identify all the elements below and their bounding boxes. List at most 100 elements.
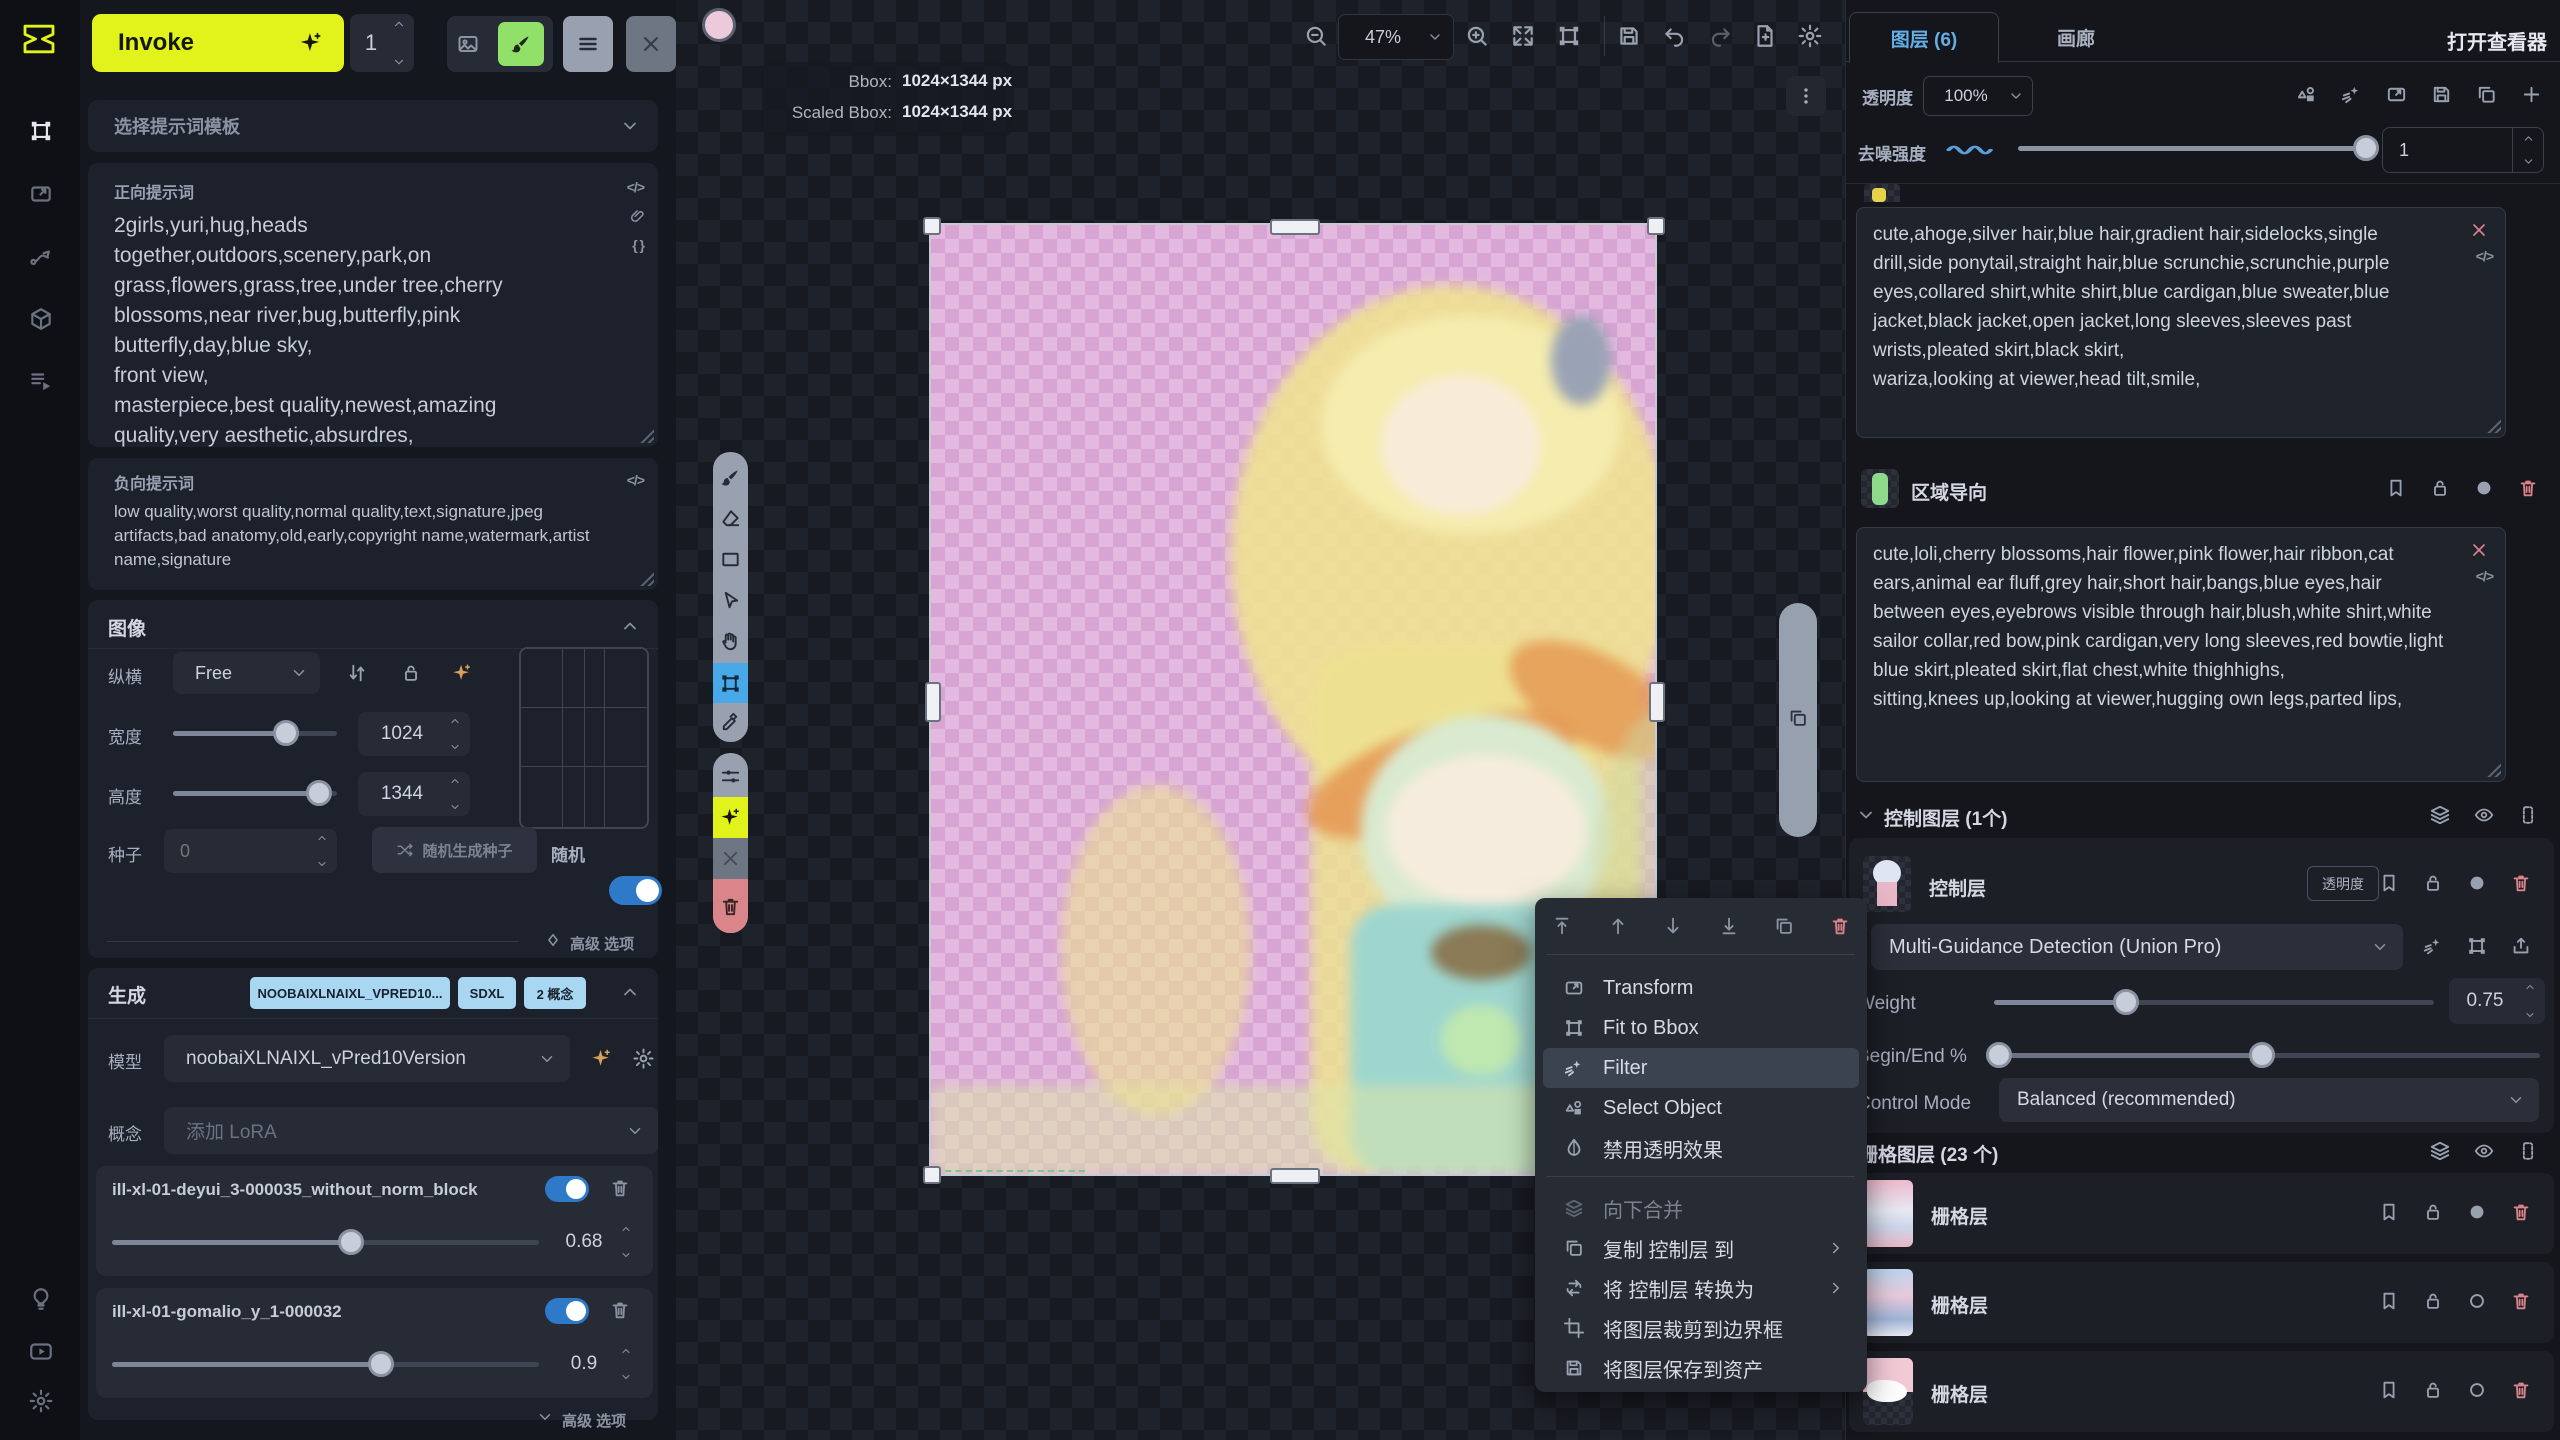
transform-icon[interactable] xyxy=(2385,83,2408,106)
lora-delete-icon[interactable] xyxy=(609,1299,631,1321)
lora-delete-icon[interactable] xyxy=(609,1177,631,1199)
seed-field[interactable] xyxy=(178,829,311,873)
height-slider[interactable] xyxy=(173,791,337,796)
rail-models-tab-icon[interactable] xyxy=(28,306,54,332)
menu-item-transform[interactable]: Transform xyxy=(1543,968,1859,1008)
raster-layers-title[interactable]: 栅格图层 (23 个) xyxy=(1859,1140,1998,1167)
invoke-button[interactable]: Invoke xyxy=(92,14,344,72)
positive-prompt-text[interactable]: 2girls,yuri,hug,heads together,outdoors,… xyxy=(88,203,658,451)
menu-item-disable-transparency[interactable]: 禁用透明效果 xyxy=(1543,1128,1859,1168)
rail-settings-icon[interactable] xyxy=(28,1388,54,1414)
begin-end-slider[interactable] xyxy=(1994,1053,2540,1058)
code-icon[interactable]: </> xyxy=(2476,568,2493,584)
link-icon[interactable] xyxy=(628,207,646,225)
zoom-level-select[interactable]: 47% xyxy=(1338,14,1454,60)
collapse-chevron-icon[interactable] xyxy=(620,982,640,1002)
eyedropper-tool-icon[interactable] xyxy=(719,711,742,734)
bbox-handle[interactable] xyxy=(1270,1168,1320,1184)
bbox-handle[interactable] xyxy=(1647,217,1665,235)
positive-prompt-box[interactable]: 正向提示词 2girls,yuri,hug,heads together,out… xyxy=(88,163,658,447)
rail-queue-tab-icon[interactable] xyxy=(28,368,54,394)
new-canvas-icon[interactable] xyxy=(1752,23,1778,49)
tab-gallery[interactable]: 画廊 xyxy=(2016,12,2136,62)
bookmark-icon[interactable] xyxy=(2378,1379,2400,1401)
menu-item-merge-down[interactable]: 向下合并 xyxy=(1543,1188,1859,1228)
menu-item-copy-layer-to[interactable]: 复制 控制层 到 xyxy=(1543,1228,1859,1268)
opacity-select[interactable]: 100% xyxy=(1923,76,2033,116)
bbox-handle[interactable] xyxy=(923,1166,941,1184)
advanced-options-label[interactable]: 高级 选项 xyxy=(570,933,634,954)
code-icon[interactable]: </> xyxy=(627,179,644,195)
pan-tool-icon[interactable] xyxy=(719,630,742,653)
filter-settings-icon[interactable] xyxy=(719,765,742,788)
control-layer-card[interactable]: 控制层 透明度 Multi-Guidance Detection (Union … xyxy=(1849,838,2554,1133)
duplicate-layer-icon[interactable] xyxy=(2475,83,2498,106)
device-icon[interactable] xyxy=(2517,804,2539,826)
undo-icon[interactable] xyxy=(1662,23,1688,49)
prompt-template-select[interactable]: 选择提示词模板 xyxy=(88,100,658,152)
cancel-icon[interactable] xyxy=(713,838,748,879)
menu-item-fit-to-bbox[interactable]: Fit to Bbox xyxy=(1543,1008,1859,1048)
delete-layer-icon[interactable] xyxy=(2510,1379,2532,1401)
brush-tool-icon[interactable] xyxy=(719,466,742,489)
delete-layer-icon[interactable] xyxy=(2510,1201,2532,1223)
eye-icon[interactable] xyxy=(2473,804,2495,826)
add-layer-icon[interactable] xyxy=(2520,83,2543,106)
region-layer-title[interactable]: 区域导向 xyxy=(1911,478,1987,505)
lora-enabled-toggle[interactable] xyxy=(545,1298,589,1324)
aspect-select[interactable]: Free xyxy=(173,652,320,694)
width-slider[interactable] xyxy=(173,731,337,736)
model-select[interactable]: noobaiXLNAIXL_vPred10Version xyxy=(164,1035,570,1082)
weight-input[interactable]: 0.75 xyxy=(2449,978,2545,1024)
select-object-icon[interactable] xyxy=(2295,83,2318,106)
add-lora-select[interactable]: 添加 LoRA xyxy=(164,1107,658,1154)
fit-view-icon[interactable] xyxy=(1510,23,1536,49)
lora-weight-slider[interactable] xyxy=(112,1240,539,1245)
lock-icon[interactable] xyxy=(2422,1201,2444,1223)
device-icon[interactable] xyxy=(2517,1140,2539,1162)
fit-bbox-icon[interactable] xyxy=(1556,23,1582,49)
redo-icon[interactable] xyxy=(1707,23,1733,49)
width-input[interactable]: 1024 xyxy=(358,712,470,756)
bookmark-icon[interactable] xyxy=(2385,477,2407,499)
queue-count-arrows[interactable] xyxy=(389,17,409,69)
staging-image-icon[interactable] xyxy=(1787,707,1809,729)
random-seed-toggle[interactable] xyxy=(609,876,662,905)
lock-aspect-icon[interactable] xyxy=(400,662,422,684)
menu-item-save-to-assets[interactable]: 将图层保存到资产 xyxy=(1543,1348,1859,1388)
lock-icon[interactable] xyxy=(2422,872,2444,894)
canvas-more-button[interactable] xyxy=(1786,76,1826,116)
move-up-icon[interactable] xyxy=(1607,915,1629,937)
bookmark-icon[interactable] xyxy=(2378,1290,2400,1312)
fit-bbox-icon[interactable] xyxy=(2466,935,2488,957)
zoom-in-icon[interactable] xyxy=(1464,23,1490,49)
bbox-handle[interactable] xyxy=(1270,219,1320,235)
delete-layer-icon[interactable] xyxy=(2517,477,2539,499)
rail-help-icon[interactable] xyxy=(28,1286,54,1312)
seed-input[interactable] xyxy=(164,829,337,873)
visibility-circle-icon[interactable] xyxy=(2473,477,2495,499)
brush-mode-icon[interactable] xyxy=(498,22,544,66)
region-prompt-box[interactable]: cute,loli,cherry blossoms,hair flower,pi… xyxy=(1856,527,2506,782)
bbox-handle[interactable] xyxy=(923,217,941,235)
visibility-circle-icon[interactable] xyxy=(2466,1379,2488,1401)
eye-icon[interactable] xyxy=(2473,1140,2495,1162)
control-model-select[interactable]: Multi-Guidance Detection (Union Pro) xyxy=(1871,924,2403,970)
negative-prompt-box[interactable]: 负向提示词 low quality,worst quality,normal q… xyxy=(88,458,658,590)
collapse-chevron-icon[interactable] xyxy=(620,616,640,636)
canvas-settings-gear-icon[interactable] xyxy=(1797,23,1823,49)
lora-weight-slider[interactable] xyxy=(112,1362,539,1367)
lock-icon[interactable] xyxy=(2429,477,2451,499)
lora-weight-input[interactable]: 0.9 xyxy=(549,1342,641,1386)
denoise-input[interactable]: 1 xyxy=(2382,127,2544,173)
brush-color-swatch[interactable] xyxy=(702,8,736,42)
visibility-circle-icon[interactable] xyxy=(2466,872,2488,894)
move-to-top-icon[interactable] xyxy=(1551,915,1573,937)
filter-icon[interactable] xyxy=(2422,935,2444,957)
advanced-options-label[interactable]: 高级 选项 xyxy=(562,1410,626,1431)
raster-layer-row[interactable]: 栅格层 xyxy=(1849,1173,2554,1254)
menu-item-select-object[interactable]: Select Object xyxy=(1543,1088,1859,1128)
shuffle-seed-button[interactable]: 随机生成种子 xyxy=(372,827,537,873)
bbox-handle[interactable] xyxy=(1649,682,1665,722)
region-prompt-box[interactable]: cute,ahoge,silver hair,blue hair,gradien… xyxy=(1856,207,2506,438)
